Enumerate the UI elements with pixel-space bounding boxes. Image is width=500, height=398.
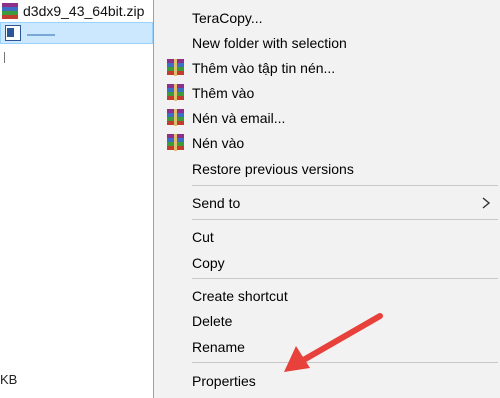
winrar-archive-icon: [2, 3, 18, 19]
menu-item-restore-previous-versions[interactable]: Restore previous versions: [154, 156, 500, 181]
menu-separator: [192, 185, 498, 186]
menu-item-rename[interactable]: Rename: [154, 334, 500, 359]
menu-item-label: Nén và email...: [192, 109, 286, 126]
menu-item-create-shortcut[interactable]: Create shortcut: [154, 283, 500, 308]
menu-item-label: Create shortcut: [192, 287, 288, 304]
file-row-zip[interactable]: d3dx9_43_64bit.zip: [0, 0, 153, 22]
winrar-icon: [167, 84, 184, 101]
menu-item-label: Send to: [192, 194, 241, 211]
zip-file-name: d3dx9_43_64bit.zip: [23, 3, 145, 19]
menu-item-label: Delete: [192, 312, 233, 329]
menu-separator: [192, 219, 498, 220]
menu-item-label: Thêm vào: [192, 84, 255, 101]
menu-item-add-to[interactable]: Thêm vào: [154, 80, 500, 105]
menu-item-label: Thêm vào tập tin nén...: [192, 59, 336, 76]
file-row-selected[interactable]: [0, 22, 153, 44]
menu-item-label: Restore previous versions: [192, 160, 354, 177]
menu-item-new-folder-with-selection[interactable]: New folder with selection: [154, 30, 500, 55]
winrar-icon: [167, 134, 184, 151]
winrar-icon: [167, 109, 184, 126]
menu-item-label: Properties: [192, 372, 256, 389]
filename-edit-field[interactable]: [27, 34, 55, 36]
menu-item-compress-to[interactable]: Nén vào: [154, 130, 500, 155]
menu-item-teracopy[interactable]: TeraCopy...: [154, 5, 500, 30]
menu-item-cut[interactable]: Cut: [154, 224, 500, 249]
menu-item-label: Copy: [192, 254, 225, 271]
file-list-pane: d3dx9_43_64bit.zip KB: [0, 0, 153, 398]
file-size-label: KB: [0, 372, 18, 387]
menu-item-copy[interactable]: Copy: [154, 250, 500, 275]
menu-separator: [192, 278, 498, 279]
winrar-icon: [167, 59, 184, 76]
chevron-right-icon: [482, 196, 491, 209]
menu-item-properties[interactable]: Properties: [154, 368, 500, 393]
menu-item-delete[interactable]: Delete: [154, 308, 500, 333]
word-document-icon: [5, 25, 21, 41]
menu-item-label: New folder with selection: [192, 34, 347, 51]
text-caret: [4, 52, 5, 63]
menu-item-add-to-archive[interactable]: Thêm vào tập tin nén...: [154, 55, 500, 80]
context-menu: TeraCopy... New folder with selection Th…: [153, 0, 500, 398]
menu-item-send-to[interactable]: Send to: [154, 190, 500, 215]
menu-item-label: Rename: [192, 338, 245, 355]
menu-separator: [192, 362, 498, 363]
menu-item-label: Nén vào: [192, 134, 245, 151]
menu-item-compress-and-email[interactable]: Nén và email...: [154, 105, 500, 130]
menu-item-label: TeraCopy...: [192, 9, 263, 26]
menu-item-label: Cut: [192, 228, 214, 245]
